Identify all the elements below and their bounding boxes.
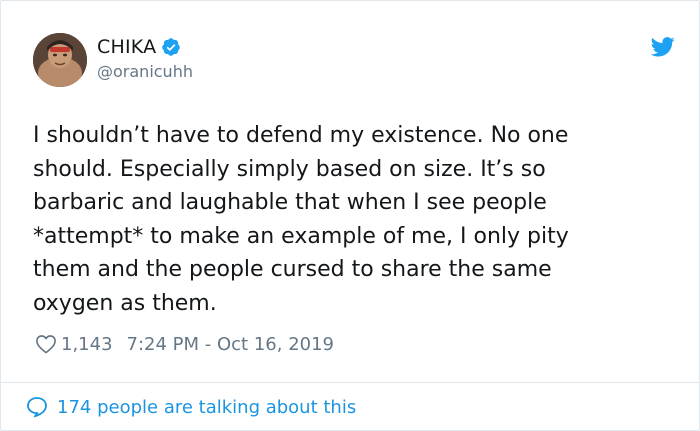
display-name[interactable]: CHIKA xyxy=(97,36,156,58)
display-name-row[interactable]: CHIKA xyxy=(97,35,193,59)
speech-bubble-icon xyxy=(25,395,49,419)
verified-badge-icon xyxy=(161,37,181,57)
tweet-text: I shouldn’t have to defend my existence.… xyxy=(33,123,569,316)
avatar[interactable] xyxy=(33,33,87,87)
tweet-header: CHIKA @oranicuhh xyxy=(33,31,675,89)
tweet-meta: 1,143 7:24 PM - Oct 16, 2019 xyxy=(35,331,334,357)
timestamp[interactable]: 7:24 PM - Oct 16, 2019 xyxy=(127,334,334,355)
conversation-link[interactable]: 174 people are talking about this xyxy=(25,393,356,421)
author-names: CHIKA @oranicuhh xyxy=(97,35,193,81)
twitter-bird-icon[interactable] xyxy=(650,37,675,57)
like-count[interactable]: 1,143 xyxy=(61,334,113,355)
tweet-card: CHIKA @oranicuhh I shouldn’t have to def… xyxy=(0,0,700,431)
talking-about-label[interactable]: 174 people are talking about this xyxy=(57,397,356,418)
divider xyxy=(1,382,699,383)
heart-icon[interactable] xyxy=(35,334,57,354)
handle[interactable]: @oranicuhh xyxy=(97,62,193,81)
